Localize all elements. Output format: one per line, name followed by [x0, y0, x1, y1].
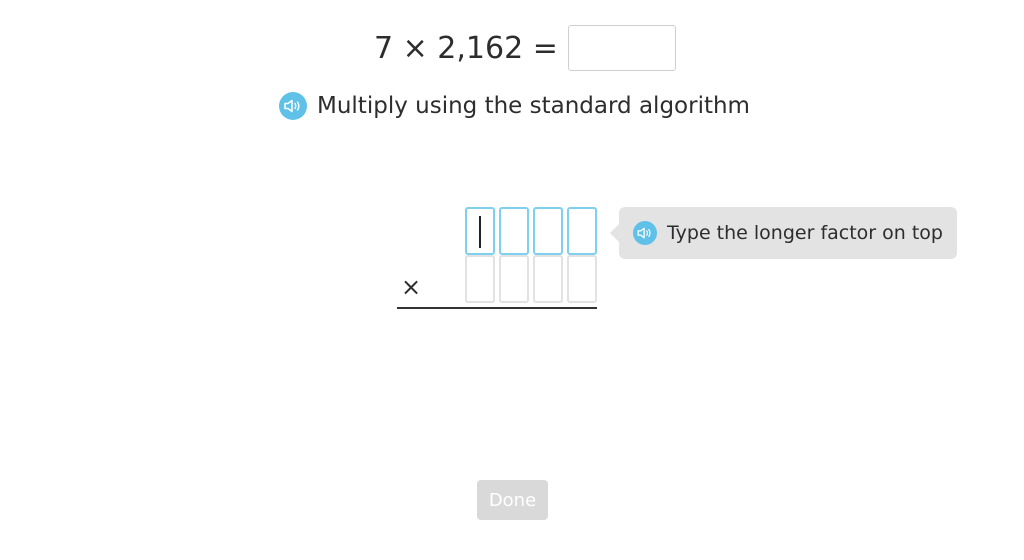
- instruction-text: Multiply using the standard algorithm: [317, 93, 750, 119]
- top-digit-cell[interactable]: [499, 207, 529, 255]
- bottom-digit-cell[interactable]: [533, 255, 563, 303]
- instruction: Multiply using the standard algorithm: [279, 92, 750, 120]
- bottom-digit-cell[interactable]: [567, 255, 597, 303]
- equation: 7 × 2,162 =: [374, 24, 676, 72]
- speaker-glyph-icon: [284, 99, 300, 113]
- equation-expression: 7 × 2,162 =: [374, 30, 558, 66]
- done-button[interactable]: Done: [477, 480, 548, 520]
- standard-algorithm-grid: ×: [397, 207, 597, 309]
- top-digit-cell[interactable]: [465, 207, 495, 255]
- bottom-digit-cell[interactable]: [499, 255, 529, 303]
- answer-input-box[interactable]: [567, 25, 676, 71]
- exercise-page: 7 × 2,162 = Multiply using the standard …: [0, 0, 1024, 560]
- sum-line: [397, 307, 597, 309]
- hint-text: Type the longer factor on top: [667, 222, 943, 244]
- bottom-digit-cell[interactable]: [465, 255, 495, 303]
- hint-bubble: Type the longer factor on top: [610, 207, 957, 259]
- top-factor-row: [397, 207, 597, 255]
- top-digit-cell[interactable]: [533, 207, 563, 255]
- speaker-icon[interactable]: [279, 92, 307, 120]
- multiply-sign: ×: [401, 273, 422, 301]
- text-caret: [479, 216, 481, 248]
- speaker-glyph-icon: [637, 227, 651, 239]
- top-digit-cell[interactable]: [567, 207, 597, 255]
- speaker-icon[interactable]: [633, 221, 657, 245]
- bottom-factor-row: [397, 255, 597, 303]
